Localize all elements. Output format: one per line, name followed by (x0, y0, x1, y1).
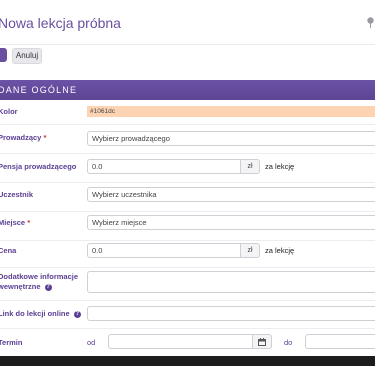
help-icon[interactable]: ? (44, 283, 52, 291)
term-to-label: do (284, 338, 293, 347)
price-currency: zł (240, 243, 260, 258)
price-label: Cena (0, 246, 17, 255)
required-mark: * (43, 133, 47, 142)
place-row: Miejsce * Wybierz miejsce (0, 212, 375, 241)
term-to-input[interactable] (305, 334, 375, 349)
section-header: DANE OGÓLNE (0, 80, 375, 100)
term-from-calendar-button[interactable] (252, 334, 272, 349)
teacher-select[interactable]: Wybierz prowadzącego (87, 131, 375, 146)
student-label: Uczestnik (0, 190, 34, 199)
internal-info-label: Dodatkowe informacje wewnętrzne ? (0, 272, 78, 292)
teacher-pay-suffix: za lekcję (265, 162, 295, 171)
required-mark: * (27, 218, 31, 227)
internal-info-row: Dodatkowe informacje wewnętrzne ? (0, 268, 375, 301)
term-row: Termin od do (0, 329, 375, 356)
teacher-pay-label: Pensja prowadzącego (0, 162, 77, 171)
teacher-pay-row: Pensja prowadzącego 0.0 zł za lekcję (0, 154, 375, 183)
online-link-label: Link do lekcji online ? (0, 309, 81, 319)
price-row: Cena 0.0 zł za lekcję (0, 241, 375, 268)
online-link-input[interactable] (87, 306, 375, 321)
color-field[interactable]: #1061dc (87, 106, 375, 117)
internal-info-textarea[interactable] (87, 271, 375, 293)
pin-icon[interactable] (366, 17, 375, 29)
color-row: Kolor #1061dc (0, 100, 375, 125)
term-label: Termin (0, 338, 23, 347)
calendar-icon (258, 338, 266, 346)
term-from-input[interactable] (108, 334, 253, 349)
teacher-pay-currency: zł (240, 159, 260, 174)
toolbar (0, 44, 375, 80)
page-title: Nowa lekcja próbna (0, 15, 121, 31)
save-button[interactable] (0, 48, 7, 62)
place-label: Miejsce * (0, 218, 30, 228)
page-header: Nowa lekcja próbna (0, 0, 375, 45)
student-select[interactable]: Wybierz uczestnika (87, 187, 375, 202)
online-link-row: Link do lekcji online ? (0, 301, 375, 329)
internal-info-label-line2: wewnętrzne (0, 282, 41, 291)
help-icon[interactable]: ? (73, 310, 81, 318)
term-from-label: od (87, 338, 96, 347)
place-label-text: Miejsce (0, 218, 26, 227)
section-title: DANE OGÓLNE (0, 85, 78, 95)
price-input[interactable]: 0.0 (87, 243, 241, 258)
teacher-label-text: Prowadzący (0, 133, 42, 142)
color-label: Kolor (0, 107, 18, 116)
price-suffix: za lekcję (265, 246, 295, 255)
teacher-row: Prowadzący * Wybierz prowadzącego (0, 125, 375, 154)
online-link-label-text: Link do lekcji online (0, 309, 70, 318)
internal-info-label-line1: Dodatkowe informacje (0, 272, 79, 281)
place-select[interactable]: Wybierz miejsce (87, 215, 375, 230)
cancel-button[interactable]: Anuluj (12, 48, 42, 64)
teacher-pay-input[interactable]: 0.0 (87, 159, 241, 174)
teacher-label: Prowadzący * (0, 133, 46, 143)
student-row: Uczestnik Wybierz uczestnika (0, 183, 375, 212)
form-card: Nowa lekcja próbna Anuluj DANE OGÓLNE Ko… (0, 0, 375, 356)
